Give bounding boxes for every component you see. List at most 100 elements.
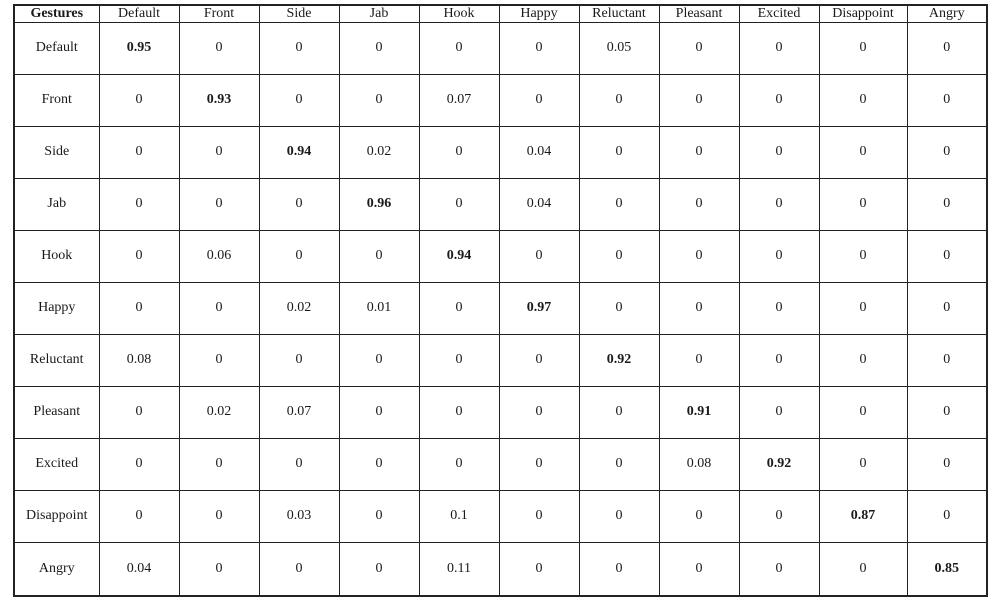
matrix-cell: 0 [738, 229, 820, 283]
matrix-cell: 0 [338, 22, 420, 75]
matrix-cell: 0 [338, 229, 420, 283]
matrix-cell: 0.04 [498, 125, 580, 179]
matrix-cell: 0 [498, 333, 580, 387]
matrix-cell: 0.05 [578, 22, 660, 75]
matrix-cell: 0 [258, 333, 340, 387]
matrix-cell: 0.04 [498, 177, 580, 231]
table-row: Reluctant 0.08 0 0 0 0 0 0.92 0 0 0 0 [13, 333, 988, 387]
matrix-cell: 0 [418, 437, 500, 491]
matrix-cell: 0.02 [258, 281, 340, 335]
table-row: Front 0 0.93 0 0 0.07 0 0 0 0 0 0 [13, 73, 988, 127]
column-header: Jab [338, 4, 420, 23]
matrix-cell: 0 [418, 177, 500, 231]
matrix-cell: 0 [738, 73, 820, 127]
matrix-cell: 0 [818, 437, 908, 491]
matrix-cell: 0 [258, 541, 340, 597]
matrix-cell: 0.07 [418, 73, 500, 127]
diagonal-cell: 0.87 [818, 489, 908, 543]
matrix-cell: 0 [658, 73, 740, 127]
matrix-cell: 0 [418, 333, 500, 387]
matrix-cell: 0.01 [338, 281, 420, 335]
matrix-cell: 0 [418, 281, 500, 335]
row-label: Disappoint [13, 489, 100, 543]
matrix-cell: 0 [738, 333, 820, 387]
matrix-cell: 0 [578, 437, 660, 491]
matrix-cell: 0 [258, 22, 340, 75]
diagonal-cell: 0.96 [338, 177, 420, 231]
matrix-cell: 0 [738, 385, 820, 439]
matrix-cell: 0 [578, 489, 660, 543]
matrix-cell: 0 [178, 437, 260, 491]
diagonal-cell: 0.85 [906, 541, 988, 597]
matrix-cell: 0 [578, 541, 660, 597]
column-header: Reluctant [578, 4, 660, 23]
column-header: Disappoint [818, 4, 908, 23]
matrix-cell: 0 [818, 125, 908, 179]
matrix-cell: 0 [178, 333, 260, 387]
matrix-cell: 0 [178, 177, 260, 231]
matrix-cell: 0 [818, 333, 908, 387]
matrix-cell: 0 [658, 489, 740, 543]
matrix-cell: 0.06 [178, 229, 260, 283]
matrix-cell: 0.02 [178, 385, 260, 439]
table-body: Default 0.95 0 0 0 0 0 0.05 0 0 0 0 Front 0 0.93 0 0 0.07… [13, 22, 988, 597]
row-label: Pleasant [13, 385, 100, 439]
matrix-cell: 0 [178, 22, 260, 75]
row-label: Reluctant [13, 333, 100, 387]
matrix-cell: 0 [658, 281, 740, 335]
diagonal-cell: 0.95 [98, 22, 180, 75]
column-header: Default [98, 4, 180, 23]
column-header: Excited [738, 4, 820, 23]
row-label: Hook [13, 229, 100, 283]
matrix-cell: 0 [258, 437, 340, 491]
matrix-cell: 0.11 [418, 541, 500, 597]
matrix-cell: 0 [418, 125, 500, 179]
matrix-cell: 0 [418, 22, 500, 75]
matrix-cell: 0 [906, 385, 988, 439]
matrix-cell: 0 [98, 177, 180, 231]
matrix-cell: 0 [578, 177, 660, 231]
table-row: Hook 0 0.06 0 0 0.94 0 0 0 0 0 0 [13, 229, 988, 283]
matrix-cell: 0 [578, 385, 660, 439]
matrix-cell: 0 [98, 489, 180, 543]
matrix-cell: 0 [258, 177, 340, 231]
matrix-cell: 0 [906, 177, 988, 231]
row-label: Happy [13, 281, 100, 335]
matrix-cell: 0 [818, 22, 908, 75]
diagonal-cell: 0.94 [418, 229, 500, 283]
matrix-cell: 0 [906, 22, 988, 75]
matrix-cell: 0 [578, 229, 660, 283]
matrix-cell: 0.04 [98, 541, 180, 597]
table-row: Disappoint 0 0 0.03 0 0.1 0 0 0 0 0.87 0 [13, 489, 988, 543]
matrix-cell: 0 [818, 281, 908, 335]
column-header: Happy [498, 4, 580, 23]
matrix-cell: 0 [818, 73, 908, 127]
table-row: Side 0 0 0.94 0.02 0 0.04 0 0 0 0 0 [13, 125, 988, 179]
matrix-cell: 0 [338, 385, 420, 439]
corner-header: Gestures [13, 4, 100, 23]
matrix-cell: 0 [906, 281, 988, 335]
matrix-cell: 0 [658, 177, 740, 231]
matrix-cell: 0 [178, 541, 260, 597]
table-row: Jab 0 0 0 0.96 0 0.04 0 0 0 0 0 [13, 177, 988, 231]
diagonal-cell: 0.97 [498, 281, 580, 335]
matrix-cell: 0 [338, 541, 420, 597]
row-label: Jab [13, 177, 100, 231]
matrix-cell: 0 [498, 437, 580, 491]
matrix-cell: 0 [178, 281, 260, 335]
matrix-cell: 0 [906, 229, 988, 283]
matrix-cell: 0 [178, 125, 260, 179]
table-row: Happy 0 0 0.02 0.01 0 0.97 0 0 0 0 0 [13, 281, 988, 335]
column-header: Hook [418, 4, 500, 23]
row-label: Angry [13, 541, 100, 597]
header-row: Gestures Default Front Side Jab Hook Happy Rel… [13, 4, 988, 23]
matrix-cell: 0 [498, 489, 580, 543]
matrix-cell: 0 [498, 229, 580, 283]
matrix-cell: 0 [98, 125, 180, 179]
matrix-cell: 0 [658, 333, 740, 387]
matrix-cell: 0 [658, 541, 740, 597]
matrix-cell: 0 [578, 73, 660, 127]
matrix-cell: 0 [338, 333, 420, 387]
row-label: Default [13, 22, 100, 75]
matrix-cell: 0 [906, 333, 988, 387]
